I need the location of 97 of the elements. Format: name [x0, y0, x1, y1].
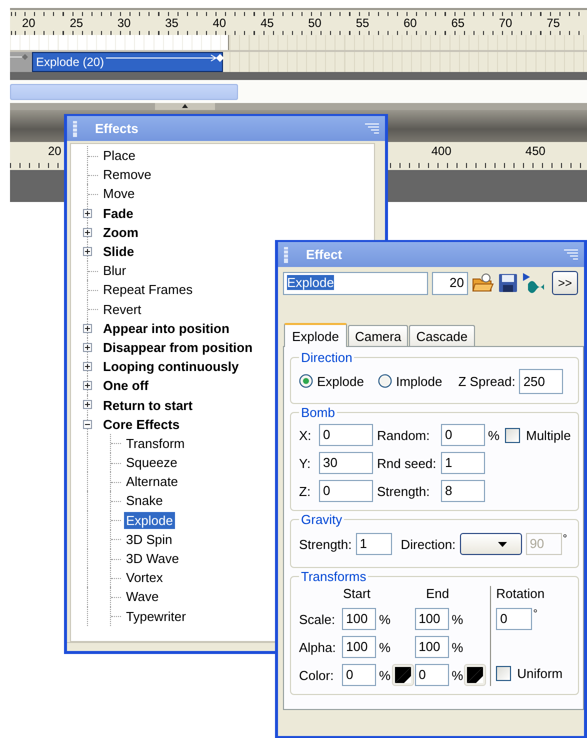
- field-label: Strength:: [299, 536, 352, 552]
- ruler-label: 75: [546, 16, 561, 30]
- tree-item[interactable]: Fade: [101, 204, 136, 222]
- ruler-label: 60: [404, 16, 418, 30]
- random-field[interactable]: 0: [441, 424, 485, 446]
- unit-label: %: [378, 668, 391, 682]
- x-field[interactable]: 0: [319, 424, 373, 446]
- effect-name-field[interactable]: Explode: [283, 272, 428, 294]
- ruler-label: 450: [525, 144, 546, 158]
- tree-item[interactable]: Alternate: [124, 473, 180, 490]
- checkbox-label: Multiple: [526, 428, 571, 442]
- tree-item[interactable]: Core Effects: [101, 416, 182, 433]
- tree-item[interactable]: Looping continuously: [101, 358, 241, 376]
- ruler-label: 40: [212, 16, 228, 30]
- field-label: Rnd seed:: [377, 456, 438, 470]
- field-label: Y:: [299, 456, 312, 470]
- tree-item[interactable]: Repeat Frames: [101, 281, 195, 298]
- tree-item[interactable]: 3D Spin: [124, 530, 174, 548]
- rotation-field[interactable]: 0: [496, 608, 532, 630]
- ruler-label: 20: [22, 16, 36, 30]
- unit-label: %: [450, 668, 464, 682]
- field-label: Random:: [377, 428, 431, 442]
- column-heading: Rotation: [496, 586, 546, 602]
- tree-item[interactable]: Place: [101, 147, 138, 164]
- tree-item[interactable]: Blur: [101, 262, 128, 280]
- frames-field[interactable]: 20: [432, 272, 468, 294]
- tree-item[interactable]: Slide: [101, 243, 136, 260]
- tree-item[interactable]: Transform: [124, 434, 187, 452]
- tree-item[interactable]: Explode: [124, 512, 175, 529]
- start-field[interactable]: 100: [342, 608, 376, 630]
- field-label: Z:: [299, 484, 312, 498]
- tree-item[interactable]: Move: [101, 185, 137, 202]
- end-field[interactable]: 0: [414, 664, 449, 686]
- ruler-label: 45: [260, 16, 275, 30]
- tree-item[interactable]: Revert: [101, 300, 144, 318]
- start-field[interactable]: 100: [342, 636, 376, 658]
- tree-item[interactable]: Zoom: [101, 224, 140, 241]
- tree-item[interactable]: Snake: [124, 492, 165, 510]
- seed-field[interactable]: 1: [441, 452, 485, 474]
- column-heading: Start: [343, 586, 372, 602]
- ruler-label: 30: [117, 16, 132, 30]
- z-field[interactable]: 0: [319, 480, 373, 502]
- start-field[interactable]: 0: [342, 664, 376, 686]
- unit-label: %: [378, 612, 391, 626]
- tree-item[interactable]: Squeeze: [124, 454, 180, 472]
- degree-label: °: [533, 608, 538, 620]
- tree-item[interactable]: Typewriter: [124, 608, 188, 625]
- tree-item[interactable]: Vortex: [124, 569, 165, 586]
- unit-label: %: [450, 640, 464, 654]
- gravity-strength-field[interactable]: 1: [356, 533, 392, 555]
- field-label: Strength:: [377, 484, 431, 498]
- field-label: Alpha:: [299, 640, 337, 654]
- tab[interactable]: Cascade: [409, 325, 475, 346]
- group-title: Transforms: [300, 569, 368, 584]
- ruler-label: 400: [431, 144, 452, 158]
- column-heading: End: [426, 586, 450, 602]
- tree-item[interactable]: One off: [101, 377, 150, 394]
- radio-label: Explode: [317, 374, 364, 388]
- ruler-label: 35: [165, 16, 180, 30]
- radio-label: Implode: [396, 374, 442, 388]
- field-label: Direction:: [400, 536, 456, 552]
- group-title: Gravity: [300, 512, 344, 527]
- panel-title: Effect: [306, 247, 344, 262]
- z-spread-label: Z Spread:: [458, 374, 516, 388]
- ruler-label: 55: [356, 16, 370, 30]
- field-label: Color:: [299, 668, 335, 682]
- tree-item[interactable]: Remove: [101, 166, 154, 184]
- ruler-label: 50: [308, 16, 322, 30]
- ruler-label: 20: [48, 144, 62, 158]
- tree-item[interactable]: Disappear from position: [101, 338, 255, 356]
- ruler-label: 70: [498, 16, 514, 30]
- strength-field[interactable]: 8: [441, 480, 485, 502]
- effect-clip[interactable]: Explode (20): [32, 52, 223, 72]
- tab[interactable]: Explode: [284, 323, 347, 347]
- tab[interactable]: Camera: [348, 325, 408, 346]
- degree-label: °: [562, 533, 568, 545]
- ruler-label: 25: [70, 16, 84, 30]
- unit-label: %: [378, 640, 391, 654]
- ruler-label: 65: [451, 16, 466, 30]
- tree-item[interactable]: Wave: [124, 588, 161, 606]
- more-button[interactable]: >>: [552, 271, 578, 295]
- group-title: Direction: [300, 350, 354, 365]
- group-title: Bomb: [300, 405, 336, 420]
- unit-label: %: [487, 428, 501, 442]
- tree-item[interactable]: Return to start: [101, 396, 195, 414]
- angle-field: 90: [526, 533, 562, 555]
- tree-item[interactable]: 3D Wave: [124, 550, 181, 568]
- end-field[interactable]: 100: [414, 608, 449, 630]
- checkbox-label: Uniform: [517, 666, 563, 681]
- tree-item[interactable]: Appear into position: [101, 320, 232, 337]
- field-label: X:: [299, 428, 312, 442]
- z-spread-field[interactable]: 250: [519, 368, 564, 394]
- unit-label: %: [450, 612, 464, 626]
- end-field[interactable]: 100: [414, 636, 449, 658]
- field-label: Scale:: [299, 612, 336, 626]
- y-field[interactable]: 30: [319, 452, 373, 474]
- panel-title: Effects: [95, 121, 140, 136]
